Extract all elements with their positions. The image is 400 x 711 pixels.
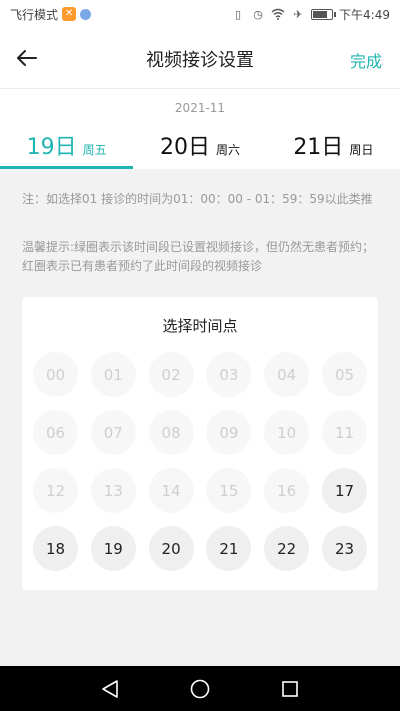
time-slot-13[interactable]: 13 <box>90 468 136 513</box>
airplane-mode-label: 飞行模式 <box>10 7 59 22</box>
time-slot-00[interactable]: 00 <box>33 352 78 397</box>
time-slot-04[interactable]: 04 <box>264 352 310 397</box>
time-slot-20[interactable]: 20 <box>148 526 194 571</box>
time-slot-14[interactable]: 14 <box>148 468 194 513</box>
time-slot-18[interactable]: 18 <box>33 526 78 571</box>
time-picker-title: 选择时间点 <box>162 317 238 335</box>
legend-tip-note: 温馨提示:绿圈表示该时间段已设置视频接诊，但仍然无患者预约；红圈表示已有患者预约… <box>22 240 375 273</box>
nav-recents-button[interactable] <box>279 678 301 700</box>
status-bar: 飞行模式 ✕ ▯ ◷ ✈ 下午4:49 <box>0 0 400 28</box>
day-tab-19[interactable]: 19日 周五 <box>0 125 134 169</box>
time-slot-17[interactable]: 17 <box>321 468 367 513</box>
time-slot-03[interactable]: 03 <box>206 352 252 397</box>
weekday-label: 周六 <box>215 143 240 157</box>
done-button[interactable]: 完成 <box>350 48 382 72</box>
time-slot-15[interactable]: 15 <box>206 468 252 513</box>
app-notification-icon: ✕ <box>62 7 77 21</box>
date-selector: 2021-11 19日 周五 20日 周六 21日 周日 <box>0 89 400 169</box>
time-slot-11[interactable]: 11 <box>321 410 367 455</box>
time-rule-note: 注：如选择01 接诊的时间为01：00：00 - 01：59：59以此类推 <box>22 192 373 206</box>
day-number: 21日 <box>293 135 344 160</box>
vibrate-icon: ▯ <box>235 7 242 21</box>
day-tab-21[interactable]: 21日 周日 <box>267 125 400 169</box>
time-slot-01[interactable]: 01 <box>90 352 136 397</box>
time-slot-06[interactable]: 06 <box>33 410 78 455</box>
weekday-label: 周五 <box>82 143 107 157</box>
recents-square-icon <box>282 681 298 697</box>
day-number: 19日 <box>26 135 77 160</box>
time-slot-22[interactable]: 22 <box>264 526 310 571</box>
time-slot-12[interactable]: 12 <box>33 468 78 513</box>
month-label: 2021-11 <box>174 101 226 115</box>
time-slot-21[interactable]: 21 <box>206 526 252 571</box>
time-slot-05[interactable]: 05 <box>321 352 367 397</box>
battery-icon <box>311 8 337 20</box>
time-slot-02[interactable]: 02 <box>148 352 194 397</box>
airplane-icon: ✈ <box>293 7 303 21</box>
wifi-icon <box>271 7 285 21</box>
notification-dot-icon <box>80 8 92 20</box>
day-tabs: 19日 周五 20日 周六 21日 周日 <box>0 125 400 169</box>
alarm-icon: ◷ <box>253 7 263 21</box>
back-triangle-icon <box>102 680 118 698</box>
time-slot-23[interactable]: 23 <box>321 526 367 571</box>
time-slot-grid: 00 01 02 03 04 05 06 07 08 09 10 11 12 13 14 15 16 17 18 19… <box>33 352 367 571</box>
time-picker-card: 选择时间点 00 01 02 03 04 05 06 07 08 09 10 11 12 13 14 15 16… <box>22 297 378 590</box>
time-slot-08[interactable]: 08 <box>148 410 194 455</box>
page-title: 视频接诊设置 <box>146 50 254 71</box>
time-slot-16[interactable]: 16 <box>264 468 310 513</box>
day-tab-20[interactable]: 20日 周六 <box>133 125 266 169</box>
system-nav-bar <box>0 666 400 711</box>
time-slot-09[interactable]: 09 <box>206 410 252 455</box>
day-number: 20日 <box>159 135 210 160</box>
home-circle-icon <box>190 679 210 699</box>
time-slot-07[interactable]: 07 <box>90 410 136 455</box>
time-slot-19[interactable]: 19 <box>90 526 136 571</box>
app-header: 视频接诊设置 完成 <box>0 28 400 88</box>
weekday-label: 周日 <box>349 143 374 157</box>
nav-back-button[interactable] <box>99 678 121 700</box>
nav-home-button[interactable] <box>189 678 211 700</box>
time-slot-10[interactable]: 10 <box>264 410 310 455</box>
clock-time: 下午4:49 <box>339 7 390 22</box>
